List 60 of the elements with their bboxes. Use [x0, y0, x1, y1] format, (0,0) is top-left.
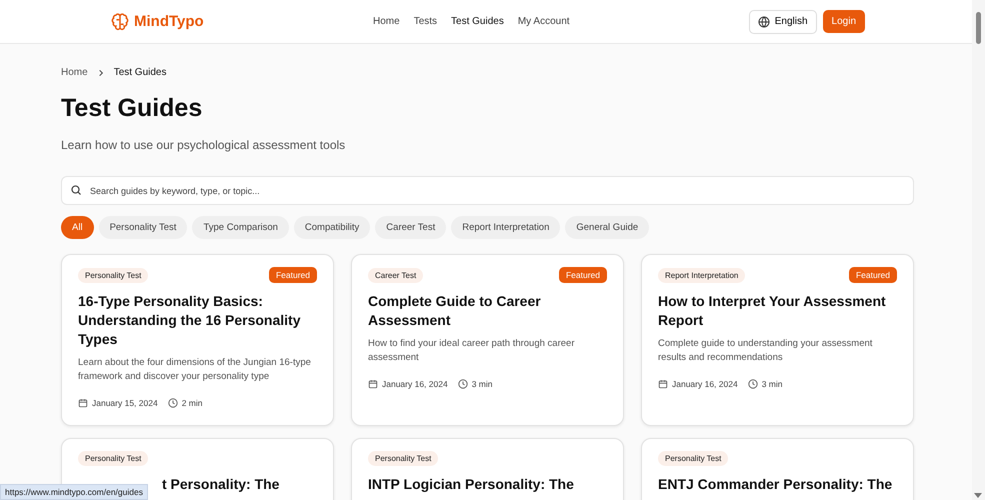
guide-title[interactable]: How to Interpret Your Assessment Report	[658, 292, 897, 330]
category-tag: Personality Test	[658, 451, 728, 466]
nav-link[interactable]: Test Guides	[451, 16, 504, 27]
guide-description: How to find your ideal career path through career assessment	[368, 337, 576, 365]
featured-badge: Featured	[268, 267, 317, 283]
filter-chip[interactable]: Type Comparison	[192, 216, 289, 239]
filter-chip[interactable]: Personality Test	[98, 216, 188, 239]
guide-card[interactable]	[61, 254, 334, 426]
filter-chip[interactable]: All	[61, 216, 94, 239]
login-button[interactable]: Login	[822, 10, 865, 33]
guide-title[interactable]: t Personality: The	[162, 475, 317, 494]
page-title: Test Guides	[61, 94, 204, 123]
filter-chip[interactable]: Report Interpretation	[451, 216, 560, 239]
guide-date: January 15, 2024	[92, 398, 158, 408]
guide-card[interactable]: Personality Test INTP Logician Personality: The	[351, 438, 624, 500]
category-tag: Personality Test	[78, 451, 148, 466]
guide-description: Learn about the four dimensions of the Jungian 16-type framework and discover your personality type	[78, 356, 312, 384]
calendar-icon	[78, 398, 88, 408]
guide-date: January 16, 2024	[672, 379, 738, 389]
guide-title[interactable]: ENTJ Commander Personality: The	[658, 475, 897, 494]
clock-icon	[458, 379, 468, 389]
read-time: 3 min	[762, 379, 782, 389]
featured-badge: Featured	[558, 267, 607, 283]
breadcrumb-item: Test Guides	[114, 67, 166, 78]
guide-date: January 16, 2024	[382, 379, 448, 389]
search-icon	[70, 184, 82, 196]
link-url-tooltip: https://www.mindtypo.com/en/guides	[0, 484, 148, 500]
calendar-icon	[658, 379, 668, 389]
page-subtitle: Learn how to use our psychological assessment tools	[61, 138, 346, 152]
category-tag: Career Test	[368, 268, 424, 282]
guide-title[interactable]: 16-Type Personality Basics: Understanding the 16 Personality Types	[78, 292, 317, 349]
guide-card[interactable]: Report Interpretation Featured How to Interpret Your Assessment Report Complete guide to understanding your assessment results and recommendations January 16, 2024 3 min	[641, 254, 914, 426]
clock-icon	[168, 398, 178, 408]
guide-title[interactable]: INTP Logician Personality: The	[368, 475, 607, 494]
filter-chip[interactable]: Compatibility	[294, 216, 370, 239]
category-tag: Personality Test	[78, 268, 148, 282]
nav-link[interactable]: Tests	[414, 16, 438, 27]
filter-chip[interactable]: Career Test	[375, 216, 446, 239]
guide-card[interactable]: Career Test Featured Complete Guide to Career Assessment How to find your ideal career path through career assessment January 16, 2024 3 min	[351, 254, 624, 426]
brain-icon	[111, 12, 129, 30]
breadcrumb-item[interactable]: Home	[61, 67, 88, 78]
guide-card[interactable]: Personality Test ENTJ Commander Personality: The	[641, 438, 914, 500]
nav-link[interactable]: Home	[373, 16, 400, 27]
guide-title[interactable]: Complete Guide to Career Assessment	[368, 292, 607, 330]
category-tag: Personality Test	[368, 451, 438, 466]
chevron-icon	[96, 68, 105, 76]
globe-icon	[758, 16, 770, 28]
read-time: 2 min	[182, 398, 202, 408]
guide-description: Complete guide to understanding your assessment results and recommendations	[658, 337, 874, 365]
clock-icon	[748, 379, 758, 389]
scrollbar[interactable]	[972, 0, 985, 500]
category-tag: Report Interpretation	[658, 268, 746, 282]
filter-chip[interactable]: General Guide	[565, 216, 650, 239]
search-field[interactable]: Search guides by keyword, type, or topic...	[61, 176, 914, 205]
language-button[interactable]: English	[748, 10, 817, 34]
nav-link[interactable]: My Account	[518, 16, 570, 27]
read-time: 3 min	[472, 379, 492, 389]
calendar-icon	[368, 379, 378, 389]
featured-badge: Featured	[848, 267, 897, 283]
logo-text[interactable]: MindTypo	[134, 13, 204, 30]
